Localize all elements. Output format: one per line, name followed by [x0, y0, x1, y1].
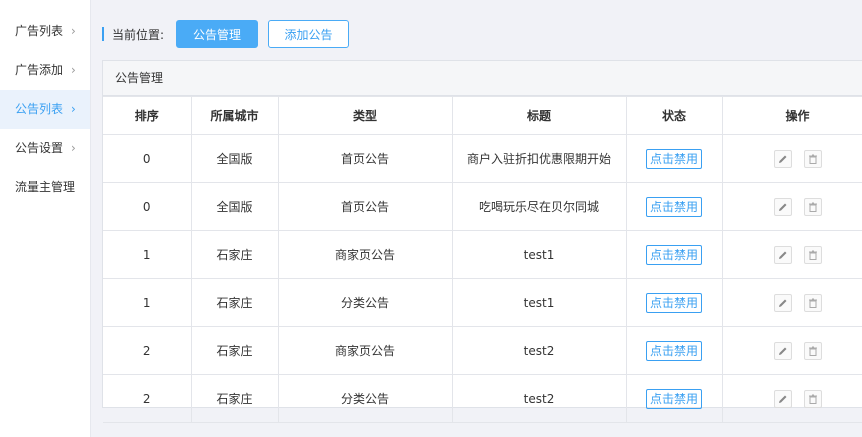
- cell-title: test2: [451, 374, 627, 423]
- cell-actions: [721, 326, 862, 375]
- cell-city: 石家庄: [190, 278, 279, 327]
- cell-actions: [721, 278, 862, 327]
- cell-title: test1: [451, 278, 627, 327]
- cell-status: 点击禁用: [625, 278, 723, 327]
- cell-status: 点击禁用: [625, 182, 723, 231]
- location-label: 当前位置:: [112, 27, 165, 42]
- notice-table: 排序 所属城市 类型 标题 状态 操作 0 全国版 首页公告 商户入驻折扣优惠限期开始…: [103, 96, 862, 423]
- cell-title: test1: [451, 230, 627, 279]
- sidebar-item-label: 公告设置: [15, 141, 64, 155]
- cell-status: 点击禁用: [625, 134, 723, 183]
- cell-type: 商家页公告: [277, 326, 453, 375]
- sidebar-item-label: 公告列表: [15, 102, 64, 116]
- edit-icon[interactable]: [773, 197, 792, 216]
- delete-icon[interactable]: [803, 197, 822, 216]
- cell-type: 分类公告: [277, 278, 453, 327]
- cell-actions: [721, 230, 862, 279]
- sidebar: 广告列表 › 广告添加 › 公告列表 › 公告设置 › 流量主管理: [0, 0, 91, 437]
- table-row: 2 石家庄 商家页公告 test2 点击禁用: [103, 326, 862, 375]
- table-row: 2 石家庄 分类公告 test2 点击禁用: [103, 374, 862, 423]
- cell-city: 石家庄: [190, 374, 279, 423]
- cell-type: 首页公告: [277, 182, 453, 231]
- table-row: 0 全国版 首页公告 商户入驻折扣优惠限期开始 点击禁用: [103, 134, 862, 183]
- table-header-row: 排序 所属城市 类型 标题 状态 操作: [103, 96, 862, 135]
- edit-icon[interactable]: [773, 293, 792, 312]
- location-marker: [102, 27, 104, 41]
- table-row: 1 石家庄 分类公告 test1 点击禁用: [103, 278, 862, 327]
- breadcrumb-bar: 当前位置: 公告管理 添加公告: [102, 19, 350, 49]
- sidebar-item-label: 广告列表: [15, 24, 64, 38]
- sidebar-item-ad-list[interactable]: 广告列表 ›: [0, 12, 90, 51]
- column-header-title: 标题: [451, 96, 627, 135]
- chevron-right-icon: ›: [71, 141, 76, 155]
- chevron-right-icon: ›: [71, 63, 76, 77]
- delete-icon[interactable]: [803, 149, 822, 168]
- disable-toggle-button[interactable]: 点击禁用: [645, 388, 702, 409]
- disable-toggle-button[interactable]: 点击禁用: [645, 196, 702, 217]
- cell-city: 全国版: [190, 134, 279, 183]
- cell-actions: [721, 374, 862, 423]
- cell-sort: 2: [103, 374, 192, 423]
- cell-type: 商家页公告: [277, 230, 453, 279]
- sidebar-item-notice-settings[interactable]: 公告设置 ›: [0, 129, 90, 168]
- cell-city: 石家庄: [190, 326, 279, 375]
- notice-panel: 公告管理 排序 所属城市 类型 标题 状态 操作 0 全国版 首页公告 商户入驻折扣优…: [102, 60, 862, 423]
- column-header-sort: 排序: [103, 96, 192, 135]
- delete-icon[interactable]: [803, 293, 822, 312]
- cell-actions: [721, 134, 862, 183]
- notice-manage-button[interactable]: 公告管理: [176, 20, 259, 48]
- disable-toggle-button[interactable]: 点击禁用: [645, 244, 702, 265]
- cell-sort: 0: [103, 134, 192, 183]
- cell-sort: 1: [103, 278, 192, 327]
- delete-icon[interactable]: [803, 389, 822, 408]
- cell-status: 点击禁用: [625, 230, 723, 279]
- cell-sort: 0: [103, 182, 192, 231]
- column-header-city: 所属城市: [190, 96, 279, 135]
- cell-city: 石家庄: [190, 230, 279, 279]
- cell-sort: 1: [103, 230, 192, 279]
- cell-sort: 2: [103, 326, 192, 375]
- edit-icon[interactable]: [773, 389, 792, 408]
- column-header-type: 类型: [277, 96, 453, 135]
- edit-icon[interactable]: [773, 149, 792, 168]
- cell-title: 商户入驻折扣优惠限期开始: [451, 134, 627, 183]
- cell-type: 首页公告: [277, 134, 453, 183]
- cell-status: 点击禁用: [625, 374, 723, 423]
- disable-toggle-button[interactable]: 点击禁用: [645, 340, 702, 361]
- chevron-right-icon: ›: [71, 102, 76, 116]
- panel-title: 公告管理: [103, 61, 862, 96]
- column-header-status: 状态: [625, 96, 723, 135]
- edit-icon[interactable]: [773, 245, 792, 264]
- cell-city: 全国版: [190, 182, 279, 231]
- table-row: 1 石家庄 商家页公告 test1 点击禁用: [103, 230, 862, 279]
- delete-icon[interactable]: [803, 245, 822, 264]
- delete-icon[interactable]: [803, 341, 822, 360]
- sidebar-item-label: 流量主管理: [15, 180, 76, 194]
- table-row: 0 全国版 首页公告 吃喝玩乐尽在贝尔同城 点击禁用: [103, 182, 862, 231]
- cell-actions: [721, 182, 862, 231]
- sidebar-item-label: 广告添加: [15, 63, 64, 77]
- disable-toggle-button[interactable]: 点击禁用: [645, 292, 702, 313]
- cell-title: test2: [451, 326, 627, 375]
- disable-toggle-button[interactable]: 点击禁用: [645, 148, 702, 169]
- sidebar-item-traffic-owner[interactable]: 流量主管理: [0, 168, 90, 207]
- cell-type: 分类公告: [277, 374, 453, 423]
- add-notice-button[interactable]: 添加公告: [268, 20, 350, 48]
- cell-title: 吃喝玩乐尽在贝尔同城: [451, 182, 627, 231]
- edit-icon[interactable]: [773, 341, 792, 360]
- column-header-actions: 操作: [721, 96, 862, 135]
- sidebar-item-notice-list[interactable]: 公告列表 ›: [0, 90, 90, 129]
- cell-status: 点击禁用: [625, 326, 723, 375]
- chevron-right-icon: ›: [71, 24, 76, 38]
- sidebar-item-ad-add[interactable]: 广告添加 ›: [0, 51, 90, 90]
